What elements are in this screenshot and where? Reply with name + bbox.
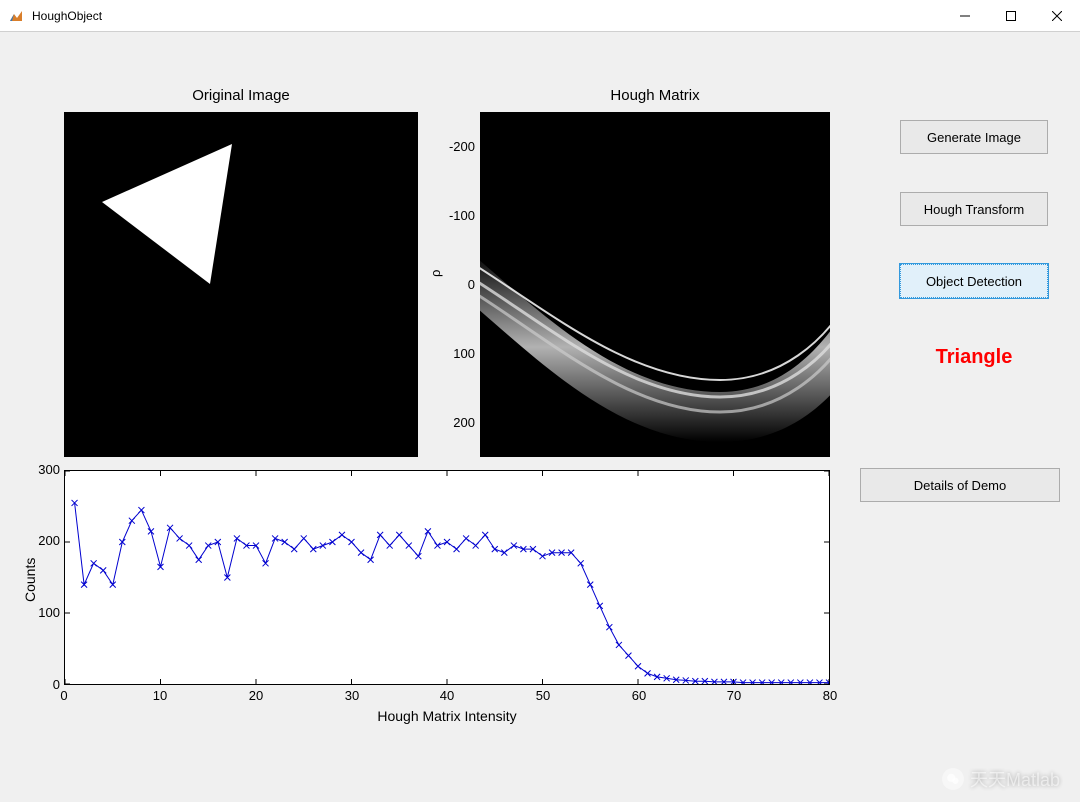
original-image-axes[interactable] [64,112,418,457]
chart-xtick: 20 [241,688,271,703]
chart-xtick: 70 [719,688,749,703]
titlebar: HoughObject [0,0,1080,32]
chart-ytick: 200 [25,533,60,548]
chart-xtick: 10 [145,688,175,703]
hough-ytick: 200 [435,415,475,430]
object-detection-button[interactable]: Object Detection [900,264,1048,298]
hough-ytick: -100 [435,208,475,223]
counts-chart-axes[interactable] [64,470,830,685]
hough-ytick: 0 [435,277,475,292]
matlab-icon [8,8,24,24]
chart-xtick: 60 [624,688,654,703]
chart-xtick: 80 [815,688,845,703]
hough-matrix-axes[interactable] [480,112,830,457]
detection-result: Triangle [900,346,1048,369]
chart-xtick: 50 [528,688,558,703]
maximize-button[interactable] [988,0,1034,32]
window-title: HoughObject [32,9,942,23]
chart-ytick: 100 [25,605,60,620]
chart-xtick: 30 [337,688,367,703]
close-button[interactable] [1034,0,1080,32]
hough-transform-button[interactable]: Hough Transform [900,192,1048,226]
hough-sinusoids [480,112,830,457]
original-image-title: Original Image [64,87,418,104]
hough-ylabel: ρ [428,270,443,277]
chart-xtick: 40 [432,688,462,703]
generate-image-button[interactable]: Generate Image [900,120,1048,154]
minimize-button[interactable] [942,0,988,32]
details-of-demo-button[interactable]: Details of Demo [860,468,1060,502]
wechat-icon [942,768,964,790]
hough-ytick: -200 [435,139,475,154]
chart-xlabel: Hough Matrix Intensity [64,708,830,724]
hough-ytick: 100 [435,346,475,361]
watermark: 天天Matlab [942,766,1060,792]
chart-ytick: 300 [25,462,60,477]
client-area: Original Image Hough Matrix -200 -100 0 … [0,32,1080,802]
watermark-text: 天天Matlab [970,766,1060,792]
hough-matrix-title: Hough Matrix [480,87,830,104]
triangle-shape [102,144,267,284]
chart-ylabel: Counts [22,558,38,602]
counts-line [65,471,829,684]
chart-xtick: 0 [49,688,79,703]
